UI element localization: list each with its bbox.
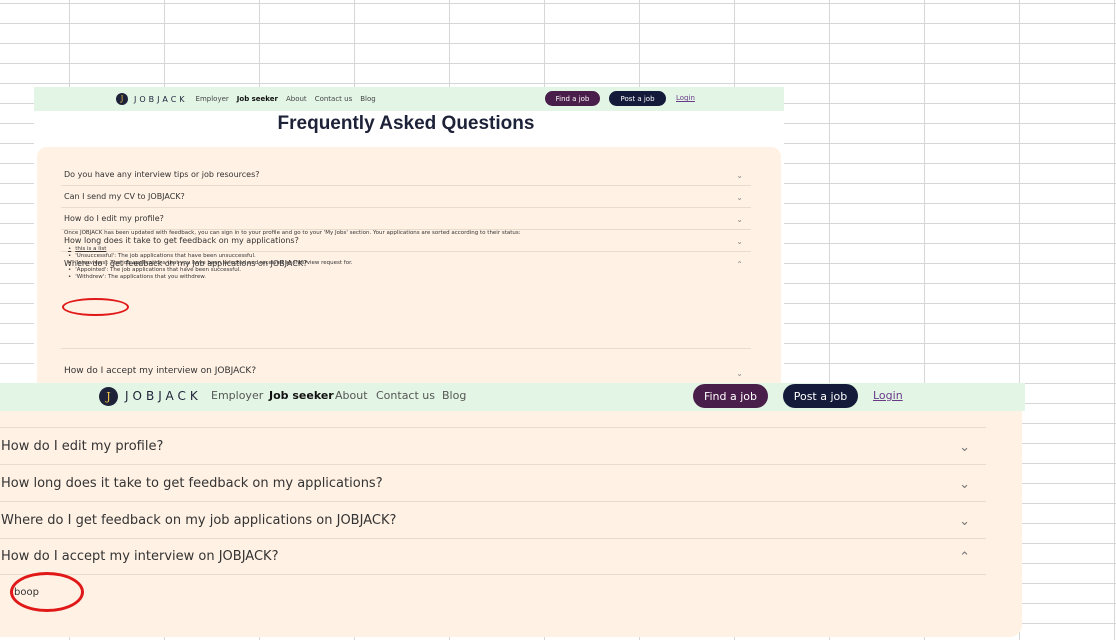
nav-blog[interactable]: Blog [360,95,375,103]
red-annotation-circle [10,572,84,612]
red-annotation-circle [62,298,129,316]
post-job-button[interactable]: Post a job [783,384,858,408]
nav-contact[interactable]: Contact us [376,389,435,402]
find-job-button[interactable]: Find a job [545,91,600,106]
list-item: 'Withdrew': The applications that you wi… [68,274,353,281]
logo-icon[interactable]: J [116,93,128,105]
faq-question[interactable]: How long does it take to get feedback on… [64,236,299,245]
chevron-up-icon[interactable]: ⌃ [959,550,970,565]
faq-question[interactable]: Do you have any interview tips or job re… [64,170,260,179]
find-job-button[interactable]: Find a job [693,384,768,408]
chevron-down-icon[interactable]: ⌄ [736,171,743,180]
nav-contact[interactable]: Contact us [315,95,353,103]
page-title: Frequently Asked Questions [277,113,535,134]
logo-text[interactable]: JOBJACK [125,389,202,403]
faq-item[interactable]: How do I edit my profile? ⌄ [0,428,986,465]
faq-item[interactable]: How do I accept my interview on JOBJACK?… [61,348,751,378]
chevron-down-icon[interactable]: ⌄ [959,477,970,492]
nav-employer[interactable]: Employer [211,389,263,402]
chevron-up-icon[interactable]: ⌃ [736,260,743,269]
list-item: 'Interviews': The job applications that … [68,260,352,267]
faq-question[interactable]: Can I send my CV to JOBJACK? [64,192,185,201]
faq-answer-text: Once JOBJACK has been updated with feedb… [64,230,521,236]
faq-item[interactable]: How do I edit my profile? ⌄ [61,208,751,230]
list-item: 'Unsuccessful': The job applications tha… [68,253,353,260]
faq-question[interactable]: How do I edit my profile? [64,214,164,223]
chevron-down-icon[interactable]: ⌄ [959,440,970,455]
nav-about[interactable]: About [335,389,368,402]
chevron-down-icon[interactable]: ⌄ [736,193,743,202]
list-item: 'Appointed': The job applications that h… [68,267,353,274]
chevron-down-icon[interactable]: ⌄ [736,237,743,246]
nav-about[interactable]: About [286,95,307,103]
logo-icon[interactable]: J [99,387,118,406]
faq-question[interactable]: How do I edit my profile? [1,439,163,454]
login-link[interactable]: Login [676,94,695,102]
faq-question[interactable]: How do I accept my interview on JOBJACK? [1,549,278,564]
logo-text[interactable]: JOBJACK [134,95,188,104]
login-link[interactable]: Login [873,389,903,402]
chevron-down-icon[interactable]: ⌄ [736,369,743,378]
faq-item-expanded[interactable]: How do I accept my interview on JOBJACK?… [0,538,986,575]
faq-question[interactable]: How long does it take to get feedback on… [1,476,383,491]
nav-job-seeker[interactable]: Job seeker [237,95,278,103]
nav-blog[interactable]: Blog [442,389,466,402]
screenshot-top: J JOBJACK Employer Job seeker About Cont… [34,87,784,383]
faq-question[interactable]: Where do I get feedback on my job applic… [1,513,396,528]
screenshot-bottom: How do I edit my profile? ⌄ How long doe… [0,383,1025,640]
faq-item[interactable]: Do you have any interview tips or job re… [61,164,751,186]
faq-answer-list: this is a list 'Unsuccessful': The job a… [68,246,353,281]
chevron-down-icon[interactable]: ⌄ [736,215,743,224]
chevron-down-icon[interactable]: ⌄ [959,514,970,529]
faq-question[interactable]: How do I accept my interview on JOBJACK? [64,366,256,376]
nav-employer[interactable]: Employer [196,95,229,103]
faq-item[interactable]: Can I send my CV to JOBJACK? ⌄ [61,186,751,208]
faq-item[interactable]: Where do I get feedback on my job applic… [0,502,986,539]
list-item: this is a list [68,246,353,253]
post-job-button[interactable]: Post a job [609,91,666,106]
faq-item[interactable]: How long does it take to get feedback on… [0,465,986,502]
nav-job-seeker[interactable]: Job seeker [269,389,334,402]
top-navbar: J JOBJACK Employer Job seeker About Cont… [34,87,784,111]
sticky-navbar: J JOBJACK Employer Job seeker About Cont… [0,383,1025,411]
